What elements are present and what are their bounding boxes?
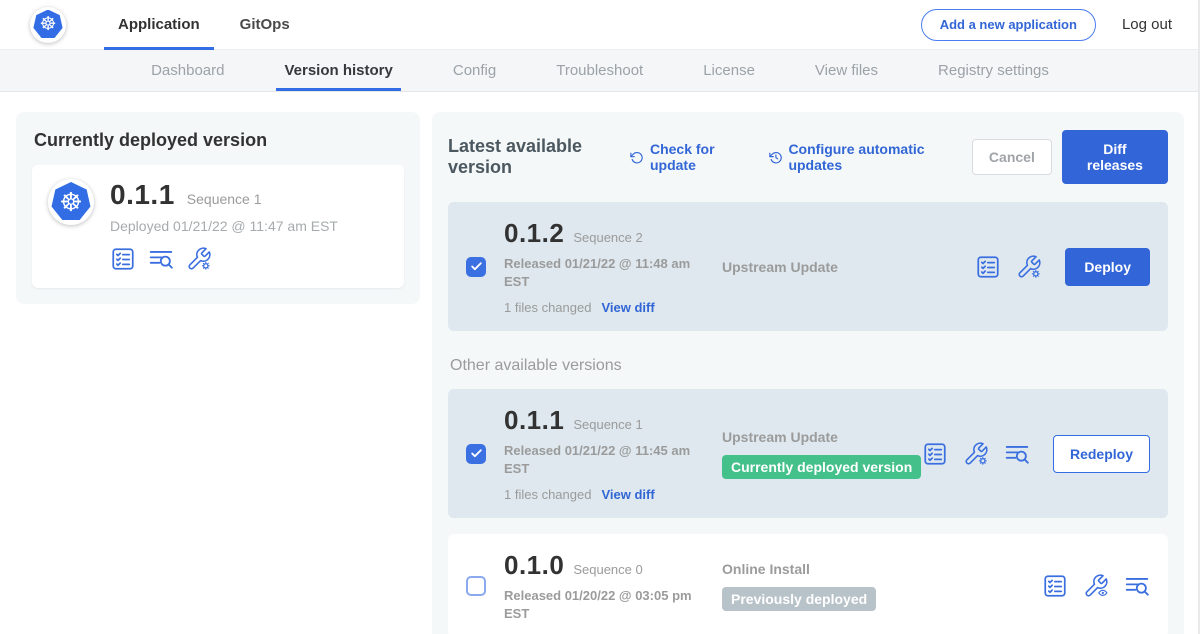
subnav-tab-view-files[interactable]: View files bbox=[807, 50, 886, 91]
cancel-button[interactable]: Cancel bbox=[972, 139, 1052, 175]
released-timestamp: Released 01/21/22 @ 11:48 am EST bbox=[504, 255, 704, 290]
version-row-0.1.1: 0.1.1 Sequence 1 Released 01/21/22 @ 11:… bbox=[448, 389, 1168, 518]
sequence-label: Sequence 1 bbox=[573, 417, 642, 432]
sequence-label: Sequence 2 bbox=[573, 230, 642, 245]
redeploy-button[interactable]: Redeploy bbox=[1053, 435, 1150, 473]
subnav-tab-troubleshoot[interactable]: Troubleshoot bbox=[548, 50, 651, 91]
deployed-sequence-label: Sequence 1 bbox=[187, 191, 262, 207]
diff-releases-button[interactable]: Diff releases bbox=[1062, 130, 1168, 184]
checklist-icon[interactable] bbox=[975, 254, 1001, 280]
view-diff-link[interactable]: View diff bbox=[601, 487, 654, 502]
kubernetes-logo-icon: ☸ bbox=[30, 7, 66, 43]
checklist-icon[interactable] bbox=[110, 246, 136, 272]
version-row-0.1.2: 0.1.2 Sequence 2 Released 01/21/22 @ 11:… bbox=[448, 202, 1168, 331]
top-header: ☸ Application GitOps Add a new applicati… bbox=[0, 0, 1200, 50]
previously-deployed-badge: Previously deployed bbox=[722, 587, 876, 611]
latest-available-title: Latest available version bbox=[448, 136, 614, 178]
view-diff-link[interactable]: View diff bbox=[601, 300, 654, 315]
currently-deployed-badge: Currently deployed version bbox=[722, 455, 921, 479]
deployed-card-title: Currently deployed version bbox=[34, 130, 402, 151]
lines-magnifier-icon[interactable] bbox=[1004, 441, 1030, 467]
subnav-tab-dashboard[interactable]: Dashboard bbox=[143, 50, 232, 91]
header-nav: Application GitOps bbox=[104, 0, 316, 49]
wrench-eye-icon[interactable] bbox=[1083, 573, 1109, 599]
version-checkbox[interactable] bbox=[466, 444, 486, 464]
version-source-label: Upstream Update bbox=[722, 429, 922, 445]
version-checkbox[interactable] bbox=[466, 576, 486, 596]
version-number: 0.1.0 bbox=[504, 550, 564, 581]
version-number: 0.1.2 bbox=[504, 218, 564, 249]
version-source-label: Upstream Update bbox=[722, 259, 975, 275]
version-history-panel: Latest available version Check for updat… bbox=[432, 112, 1184, 634]
subnav-tab-registry-settings[interactable]: Registry settings bbox=[930, 50, 1057, 91]
deploy-button[interactable]: Deploy bbox=[1065, 248, 1150, 286]
refresh-icon bbox=[630, 149, 644, 166]
check-for-update-link[interactable]: Check for update bbox=[630, 141, 742, 173]
deployed-timestamp: Deployed 01/21/22 @ 11:47 am EST bbox=[110, 218, 338, 234]
files-changed-label: 1 files changed bbox=[504, 487, 591, 502]
tab-application[interactable]: Application bbox=[104, 0, 214, 49]
wrench-gear-icon[interactable] bbox=[1016, 254, 1042, 280]
files-changed-label: 1 files changed bbox=[504, 300, 591, 315]
checklist-icon[interactable] bbox=[922, 441, 948, 467]
check-icon bbox=[470, 260, 483, 273]
currently-deployed-card: Currently deployed version ☸ 0.1.1 Seque… bbox=[16, 112, 420, 304]
clock-refresh-icon bbox=[769, 149, 783, 166]
tab-gitops[interactable]: GitOps bbox=[226, 0, 304, 49]
lines-magnifier-icon[interactable] bbox=[148, 246, 174, 272]
add-application-button[interactable]: Add a new application bbox=[921, 9, 1096, 41]
sequence-label: Sequence 0 bbox=[573, 562, 642, 577]
version-checkbox[interactable] bbox=[466, 257, 486, 277]
subnav-tab-config[interactable]: Config bbox=[445, 50, 504, 91]
logout-button[interactable]: Log out bbox=[1122, 16, 1172, 33]
released-timestamp: Released 01/21/22 @ 11:45 am EST bbox=[504, 442, 704, 477]
checklist-icon[interactable] bbox=[1042, 573, 1068, 599]
configure-automatic-updates-link[interactable]: Configure automatic updates bbox=[769, 141, 946, 173]
subnav-tab-license[interactable]: License bbox=[695, 50, 763, 91]
check-icon bbox=[470, 447, 483, 460]
version-source-label: Online Install bbox=[722, 561, 1042, 577]
other-versions-title: Other available versions bbox=[450, 357, 1166, 375]
version-number: 0.1.1 bbox=[504, 405, 564, 436]
deployed-version-number: 0.1.1 bbox=[110, 179, 175, 211]
wrench-gear-icon[interactable] bbox=[963, 441, 989, 467]
wrench-gear-icon[interactable] bbox=[186, 246, 212, 272]
lines-magnifier-icon[interactable] bbox=[1124, 573, 1150, 599]
deployed-version-card: ☸ 0.1.1 Sequence 1 Deployed 01/21/22 @ 1… bbox=[32, 165, 404, 288]
subnav-tab-version-history[interactable]: Version history bbox=[276, 50, 400, 91]
app-logo-icon: ☸ bbox=[48, 179, 94, 272]
app-subnav: Dashboard Version history Config Trouble… bbox=[0, 50, 1200, 92]
version-row-0.1.0: 0.1.0 Sequence 0 Released 01/20/22 @ 03:… bbox=[448, 534, 1168, 634]
released-timestamp: Released 01/20/22 @ 03:05 pm EST bbox=[504, 587, 704, 622]
